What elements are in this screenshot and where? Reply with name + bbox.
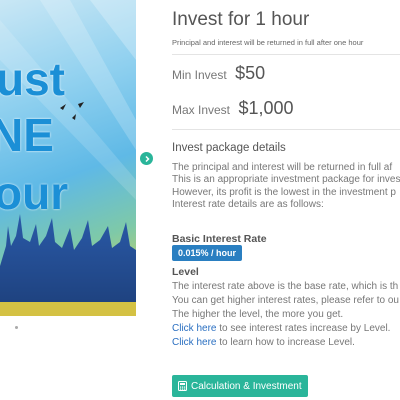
- divider: [172, 129, 400, 130]
- increase-level-link[interactable]: Click here: [172, 337, 216, 348]
- page-subtitle: Principal and interest will be returned …: [172, 38, 364, 47]
- details-line: The principal and interest will be retur…: [172, 162, 393, 173]
- level-line: You can get higher interest rates, pleas…: [172, 295, 399, 306]
- details-line: This is an appropriate investment packag…: [172, 174, 400, 186]
- details-title: Invest package details: [172, 142, 286, 154]
- calculator-icon: [178, 381, 187, 391]
- min-invest-label: Min Invest: [172, 68, 227, 82]
- details-line: However, its profit is the lowest in the…: [172, 186, 396, 198]
- next-slide-button[interactable]: [140, 152, 153, 165]
- level-link-line: Click here to learn how to increase Leve…: [172, 336, 399, 350]
- level-link-text: to learn how to increase Level.: [216, 337, 355, 348]
- chevron-right-icon: [144, 155, 150, 162]
- page-title: Invest for 1 hour: [172, 9, 310, 30]
- banner-text-line2: NE: [0, 109, 54, 161]
- level-line: The interest rate above is the base rate…: [172, 281, 399, 292]
- level-rates-link[interactable]: Click here: [172, 323, 216, 334]
- details-paragraph: The principal and interest will be retur…: [172, 162, 400, 211]
- basic-rate-badge: 0.015% / hour: [172, 245, 243, 261]
- divider: [172, 54, 400, 55]
- level-paragraph: The interest rate above is the base rate…: [172, 280, 399, 350]
- basic-rate-label: Basic Interest Rate: [172, 233, 267, 245]
- package-banner-image: ust NE our: [0, 0, 136, 316]
- level-line: The higher the level, the more you get.: [172, 309, 344, 320]
- level-link-text: to see interest rates increase by Level.: [216, 323, 391, 334]
- crowd-silhouette-graphic: [0, 214, 136, 316]
- max-invest-row: Max Invest $1,000: [172, 98, 294, 119]
- min-invest-value: $50: [235, 63, 266, 83]
- max-invest-label: Max Invest: [172, 103, 231, 117]
- details-line: Interest rate details are as follows:: [172, 198, 324, 210]
- carousel-indicator-dot[interactable]: [15, 326, 18, 329]
- min-invest-row: Min Invest $50: [172, 63, 265, 84]
- calculation-investment-label: Calculation & Investment: [191, 380, 302, 392]
- max-invest-value: $1,000: [238, 98, 294, 118]
- calculation-investment-button[interactable]: Calculation & Investment: [172, 375, 308, 397]
- level-link-line: Click here to see interest rates increas…: [172, 322, 399, 336]
- banner-text-line1: ust: [0, 53, 65, 105]
- level-label: Level: [172, 266, 199, 278]
